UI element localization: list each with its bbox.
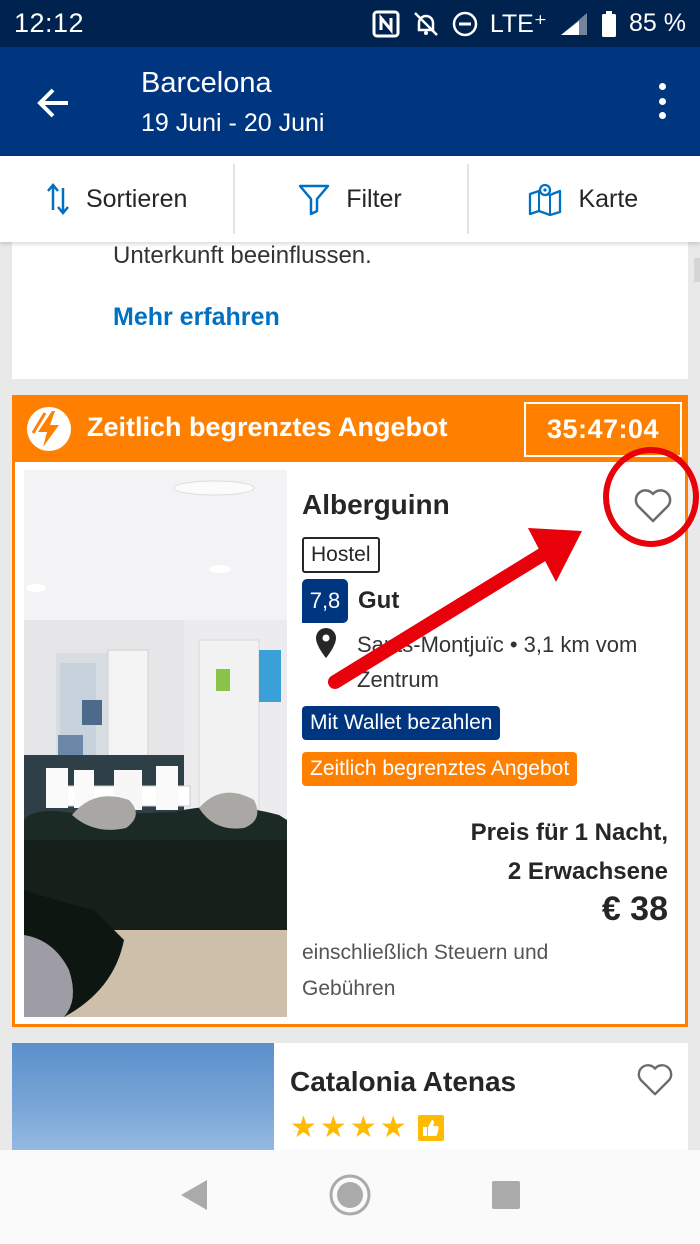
do-not-disturb-icon xyxy=(452,11,478,37)
star-rating: ★ ★ ★ ★ xyxy=(290,1110,444,1145)
filter-label: Filter xyxy=(346,184,402,213)
star-icon: ★ xyxy=(349,1111,377,1144)
deal-banner-label: Zeitlich begrenztes Angebot xyxy=(87,412,448,442)
price-label-nights: Preis für 1 Nacht, xyxy=(470,819,668,846)
arrow-left-icon xyxy=(37,88,68,118)
circle-home-icon xyxy=(329,1174,371,1215)
app-header: Barcelona 19 Juni - 20 Juni xyxy=(0,47,700,156)
countdown-timer: 35:47:04 xyxy=(524,402,682,457)
scrollbar[interactable] xyxy=(694,258,700,282)
map-button[interactable]: Karte xyxy=(466,156,700,242)
filter-button[interactable]: Filter xyxy=(233,156,466,242)
price: € 38 xyxy=(601,890,668,928)
location-pin-icon xyxy=(316,628,336,658)
price-description: Preis für 1 Nacht, 2 Erwachsene xyxy=(471,813,668,891)
review-score-word: Gut xyxy=(358,587,400,614)
tax-note: einschließlich Steuern und Gebühren xyxy=(302,941,549,1000)
status-bar: 12:12 LTE⁺ 85 % xyxy=(0,0,700,47)
deal-banner: Zeitlich begrenztes Angebot 35:47:04 xyxy=(15,398,685,462)
more-options-button[interactable] xyxy=(656,83,668,119)
status-time: 12:12 xyxy=(14,8,85,38)
property-name[interactable]: Catalonia Atenas xyxy=(290,1066,516,1098)
alarm-off-icon xyxy=(412,10,440,38)
star-icon: ★ xyxy=(319,1111,347,1144)
triangle-back-icon xyxy=(181,1179,208,1210)
results-toolbar: Sortieren Filter Karte xyxy=(0,156,700,242)
favorite-button[interactable] xyxy=(636,1063,674,1097)
info-text: Unterkunft beeinflussen. xyxy=(113,242,372,269)
back-button[interactable] xyxy=(34,83,74,123)
wallet-badge: Mit Wallet bezahlen xyxy=(302,706,501,740)
system-nav-bar xyxy=(0,1150,700,1244)
signal-icon xyxy=(559,11,589,37)
page-title: Barcelona xyxy=(141,67,272,99)
more-vert-icon xyxy=(658,83,666,90)
status-icons: LTE⁺ 85 % xyxy=(372,9,686,39)
sort-button[interactable]: Sortieren xyxy=(0,156,233,242)
square-recents-icon xyxy=(491,1180,520,1209)
property-photo[interactable] xyxy=(12,1043,274,1163)
location-text: Sants-Montjuïc • 3,1 km vom Zentrum xyxy=(357,632,638,692)
map-label: Karte xyxy=(578,184,639,213)
heart-icon xyxy=(637,1064,673,1096)
battery-icon xyxy=(601,10,617,38)
property-name[interactable]: Alberguinn xyxy=(302,489,450,521)
property-type-tag: Hostel xyxy=(302,537,380,573)
thumbs-up-icon xyxy=(417,1114,444,1141)
property-card[interactable]: Catalonia Atenas ★ ★ ★ ★ xyxy=(12,1043,688,1163)
lightning-icon xyxy=(27,407,71,451)
price-label-guests: 2 Erwachsene xyxy=(507,858,668,885)
nav-home-button[interactable] xyxy=(328,1173,372,1222)
review-score-badge: 7,8 xyxy=(302,579,348,623)
heart-icon xyxy=(634,489,672,523)
info-card: Unterkunft beeinflussen. Mehr erfahren xyxy=(12,242,688,379)
hostel-room-image xyxy=(24,470,287,1017)
star-icon: ★ xyxy=(379,1111,407,1144)
network-type: LTE⁺ xyxy=(489,9,548,38)
nfc-icon xyxy=(372,10,400,38)
sort-icon xyxy=(46,183,69,215)
date-range: 19 Juni - 20 Juni xyxy=(141,109,325,137)
nav-recents-button[interactable] xyxy=(491,1180,521,1215)
limited-offer-badge: Zeitlich begrenztes Angebot xyxy=(302,752,578,786)
map-icon xyxy=(529,183,562,216)
sort-label: Sortieren xyxy=(85,184,188,213)
property-card-deal[interactable]: Zeitlich begrenztes Angebot 35:47:04 Alb… xyxy=(12,395,688,1027)
learn-more-link[interactable]: Mehr erfahren xyxy=(113,303,280,332)
nav-back-button[interactable] xyxy=(179,1178,209,1217)
battery-percent: 85 % xyxy=(629,9,686,37)
favorite-button[interactable] xyxy=(633,488,673,524)
star-icon: ★ xyxy=(290,1111,317,1144)
filter-icon xyxy=(298,184,330,216)
property-photo[interactable] xyxy=(24,470,287,1017)
